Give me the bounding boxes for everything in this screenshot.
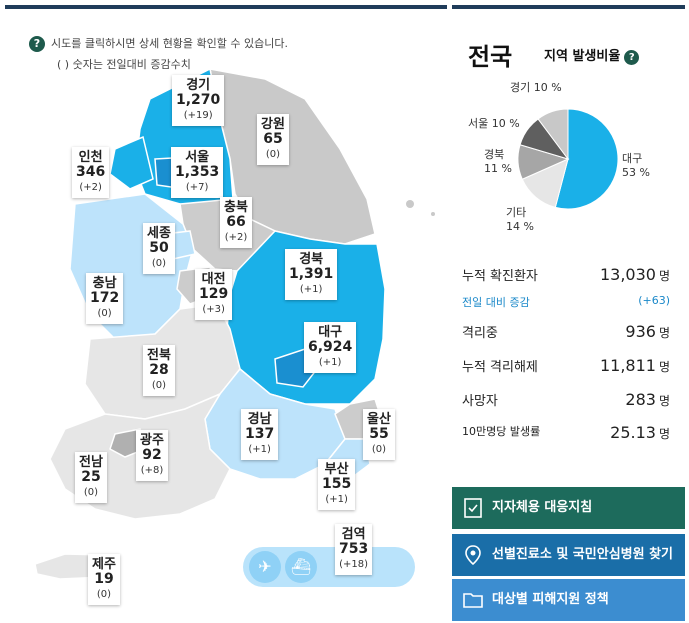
clinic-finder-button[interactable]: 선별진료소 및 국민안심병원 찾기 [452, 534, 685, 576]
transport-pill: ✈ ⛴ [243, 547, 415, 587]
folder-icon [463, 593, 483, 608]
region-label-gyeongbuk[interactable]: 경북 1,391 (+1) [285, 249, 338, 300]
stat-daily-change: 전일 대비 증감 (+63) [462, 294, 670, 309]
region-label-chungnam[interactable]: 충남 172 (0) [86, 273, 124, 324]
island-dokdo [431, 212, 435, 216]
region-label-seoul[interactable]: 서울 1,353 (+7) [171, 147, 224, 198]
panel-title: 전국 [468, 43, 513, 71]
island-ulleungdo [406, 200, 414, 208]
map-panel: ? 시도를 클릭하시면 상세 현황을 확인할 수 있습니다. ( ) 숫자는 전일… [5, 5, 447, 618]
region-label-busan[interactable]: 부산 155 (+1) [318, 459, 356, 510]
pie-label-daegu: 대구 53 % [622, 152, 650, 179]
region-label-incheon[interactable]: 인천 346 (+2) [72, 147, 110, 198]
stat-rate: 10만명당 발생률 25.13 명 [462, 423, 670, 442]
region-label-daejeon[interactable]: 대전 129 (+3) [195, 269, 233, 320]
pie-label-gyeongbuk: 경북 11 % [484, 148, 512, 175]
document-check-icon [464, 498, 482, 518]
support-policy-button[interactable]: 대상별 피해지원 정책 [452, 579, 685, 621]
map-pin-icon [465, 545, 481, 566]
region-label-ulsan[interactable]: 울산 55 (0) [363, 409, 395, 460]
region-label-gwangju[interactable]: 광주 92 (+8) [136, 430, 168, 481]
stat-isolated: 격리중 936 명 [462, 322, 670, 341]
region-label-gyeonggi[interactable]: 경기 1,270 (+19) [172, 75, 225, 126]
region-label-daegu[interactable]: 대구 6,924 (+1) [304, 322, 357, 373]
region-label-chungbuk[interactable]: 충북 66 (+2) [220, 197, 252, 248]
pie-label-etc: 기타 14 % [506, 206, 534, 231]
region-label-sejong[interactable]: 세종 50 (0) [143, 223, 175, 274]
region-label-gyeongnam[interactable]: 경남 137 (+1) [241, 409, 279, 460]
stat-confirmed: 누적 확진환자 13,030 명 [462, 265, 670, 284]
pie-label-gyeonggi: 경기 10 % [510, 81, 562, 94]
question-icon[interactable]: ? [624, 50, 640, 65]
region-label-quarantine[interactable]: 검역 753 (+18) [335, 524, 373, 575]
summary-panel: 전국 지역 발생비율? 경기 10 % 서울 10 % 경북 11 % 대구 53 … [452, 5, 685, 621]
stat-deaths: 사망자 283 명 [462, 390, 670, 409]
region-label-jeju[interactable]: 제주 19 (0) [88, 554, 120, 605]
ship-icon: ⛴ [285, 551, 317, 583]
region-label-jeonnam[interactable]: 전남 25 (0) [75, 452, 107, 503]
panel-subtitle: 지역 발생비율? [544, 45, 640, 65]
region-label-jeonbuk[interactable]: 전북 28 (0) [143, 345, 175, 396]
region-label-gangwon[interactable]: 강원 65 (0) [257, 114, 289, 165]
guideline-button[interactable]: 지자체용 대응지침 [452, 487, 685, 529]
airplane-icon: ✈ [249, 551, 281, 583]
pie-label-seoul: 서울 10 % [468, 117, 520, 130]
stat-released: 누적 격리해제 11,811 명 [462, 356, 670, 375]
